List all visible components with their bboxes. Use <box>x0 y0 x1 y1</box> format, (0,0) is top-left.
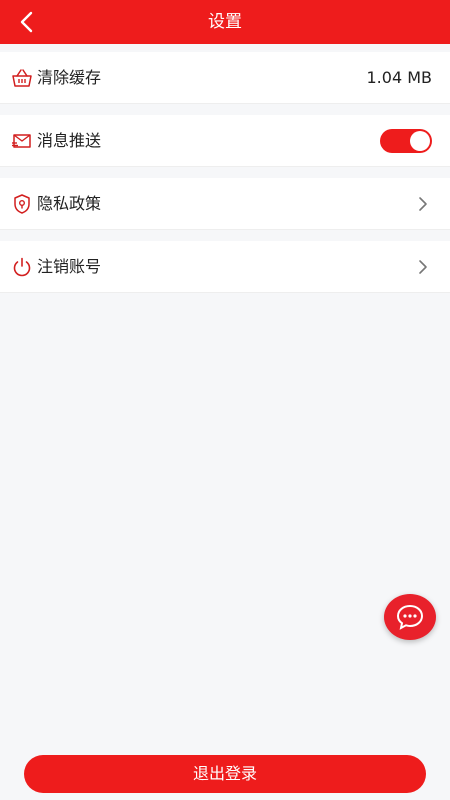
basket-icon <box>12 69 32 87</box>
top-bar: 设置 <box>0 0 450 44</box>
message-icon <box>12 134 31 148</box>
delete-account-label: 注销账号 <box>37 257 102 276</box>
clear-cache-row[interactable]: 清除缓存 1.04 MB <box>0 52 450 104</box>
message-push-toggle[interactable] <box>380 129 432 153</box>
chevron-right-icon <box>419 260 427 274</box>
power-icon <box>13 257 31 277</box>
chevron-right-icon <box>419 197 427 211</box>
privacy-policy-label: 隐私政策 <box>37 194 102 213</box>
settings-page: 设置 清除缓存 1.04 MB 消息推送 隐私政策 注销账号 退出登录 <box>0 0 450 800</box>
delete-account-row[interactable]: 注销账号 <box>0 241 450 293</box>
toggle-knob <box>410 131 430 151</box>
page-title: 设置 <box>208 12 242 32</box>
message-push-row: 消息推送 <box>0 115 450 167</box>
shield-location-icon <box>14 194 30 214</box>
chat-bubble-icon <box>396 604 424 630</box>
clear-cache-label: 清除缓存 <box>37 68 102 87</box>
logout-button[interactable]: 退出登录 <box>24 755 426 793</box>
message-push-label: 消息推送 <box>37 131 102 150</box>
privacy-policy-row[interactable]: 隐私政策 <box>0 178 450 230</box>
chat-fab-button[interactable] <box>384 594 436 640</box>
cache-size-value: 1.04 MB <box>366 68 433 87</box>
